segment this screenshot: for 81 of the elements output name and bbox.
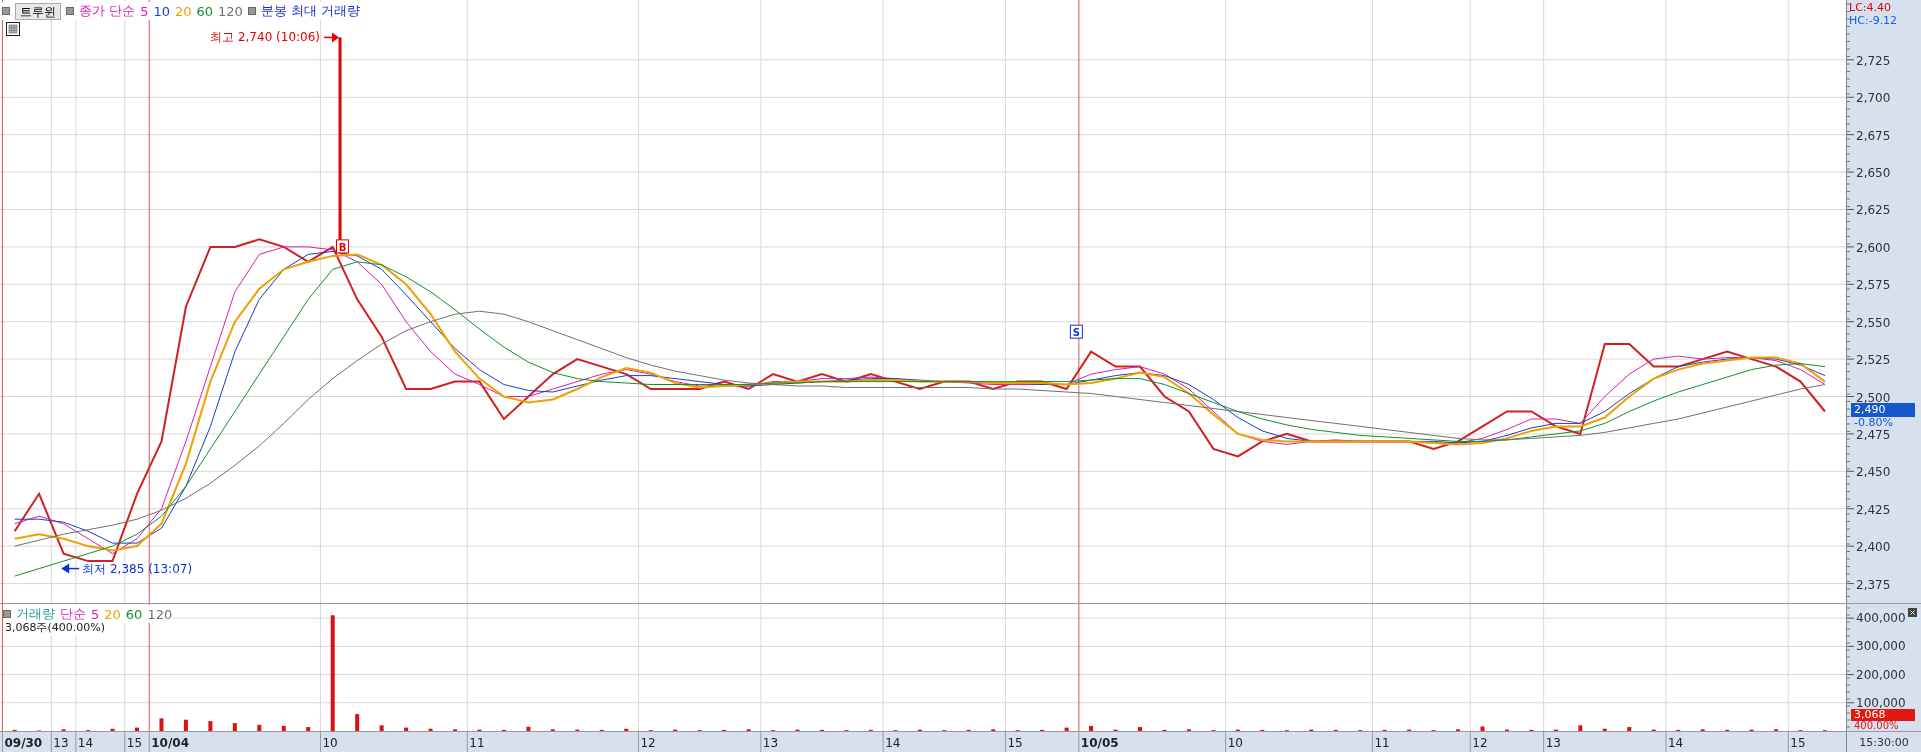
volume-bar (1089, 725, 1094, 731)
axis-label: 400,000 (1856, 611, 1906, 626)
legend-label: 120 (147, 606, 173, 622)
legend-square-icon (2, 7, 10, 15)
high-price-label: 최고 2,740 (10:06) (210, 30, 321, 45)
current-time-label: 15:30:00 (1846, 732, 1921, 752)
current-price-tag: 2,490 (1851, 403, 1915, 418)
time-axis-label: 13 (53, 736, 69, 750)
legend-label: 20 (174, 3, 192, 19)
low-price-label: 최저 2,385 (13:07) (82, 561, 193, 576)
sell-marker: S (1069, 324, 1083, 339)
volume-bar (208, 721, 213, 731)
axis-label: 2,650 (1856, 166, 1891, 181)
volume-bar (379, 725, 384, 731)
stock-name-button[interactable]: 트루윈 (15, 2, 61, 20)
axis-label: 2,475 (1856, 427, 1891, 442)
volume-ratio-label: 400.00% (1853, 721, 1900, 731)
time-axis-label: 15 (126, 736, 143, 750)
time-axis-label: 12 (640, 736, 656, 750)
volume-readout: 3,068주(400.00%) (5, 620, 105, 635)
axis-label: 100,000 (1856, 695, 1906, 710)
time-axis-label: 10/05 (1080, 736, 1119, 750)
axis-label: 2,400 (1856, 540, 1891, 555)
time-axis-label: 14 (77, 736, 94, 750)
legend-label: 60 (125, 606, 143, 622)
buy-marker: B (336, 239, 349, 254)
legend-square-icon (66, 7, 74, 15)
axis-label: 2,600 (1856, 240, 1891, 255)
time-axis-label: 15 (1790, 736, 1806, 750)
legend-label: 10 (153, 3, 170, 19)
axis-label: 2,575 (1856, 278, 1891, 293)
time-axis-label: 09/30 (4, 736, 43, 750)
axis-label: 2,425 (1856, 502, 1891, 517)
volume-bar (159, 718, 164, 731)
volume-mode-label: 분봉 최대 거래량 (260, 2, 361, 20)
legend-label: 120 (218, 3, 243, 19)
price-change-label: -0.80% (1853, 417, 1894, 430)
axis-label: 2,550 (1856, 315, 1891, 330)
current-volume-tag: 3,068 (1851, 709, 1915, 721)
legend-label: 거래량 (16, 605, 55, 623)
volume-bar (355, 714, 360, 731)
time-axis-label: 10/04 (151, 736, 189, 750)
pointer-arrow (61, 563, 80, 574)
time-axis-label: 15 (1007, 736, 1023, 750)
volume-bar (232, 723, 237, 731)
close-icon[interactable] (1908, 608, 1917, 617)
time-axis-label: 14 (1667, 736, 1684, 750)
pointer-arrow (323, 32, 340, 43)
range-label: LC:4.40 (1849, 1, 1892, 14)
legend-square-icon (247, 7, 256, 15)
legend-square-icon (3, 610, 11, 618)
volume-bar (183, 719, 188, 731)
axis-label: 2,450 (1856, 465, 1891, 480)
time-axis-label: 11 (469, 736, 485, 750)
range-label: HC:-9.12 (1849, 14, 1898, 27)
volume-bar (281, 725, 286, 731)
time-axis-label: 13 (1545, 736, 1561, 750)
axis-label: 2,500 (1856, 390, 1891, 405)
time-axis-label: 10 (322, 736, 338, 750)
legend-label: 5 (140, 3, 149, 19)
volume-bar (1578, 725, 1583, 731)
table-icon[interactable] (6, 22, 20, 36)
legend-label: 단순 (60, 605, 86, 623)
axis-label: 2,525 (1856, 353, 1891, 368)
legend-label: 20 (104, 606, 121, 622)
time-axis-label: 11 (1374, 736, 1390, 750)
time-axis-label: 14 (885, 736, 901, 750)
time-axis-label: 12 (1472, 736, 1488, 750)
axis-label: 2,625 (1856, 203, 1891, 218)
time-axis-label: 10 (1227, 736, 1243, 750)
legend-label: 60 (196, 3, 214, 19)
axis-label: 200,000 (1856, 667, 1906, 682)
legend-label: 종가 단순 (79, 2, 136, 20)
axis-label: 2,675 (1856, 128, 1891, 143)
volume-bar (257, 724, 262, 731)
axis-label: 300,000 (1856, 639, 1906, 654)
legend-label: 5 (91, 606, 100, 622)
axis-label: 2,700 (1856, 91, 1891, 106)
axis-label: 2,375 (1856, 577, 1891, 592)
time-axis-label: 13 (762, 736, 779, 750)
axis-label: 2,725 (1856, 53, 1891, 68)
